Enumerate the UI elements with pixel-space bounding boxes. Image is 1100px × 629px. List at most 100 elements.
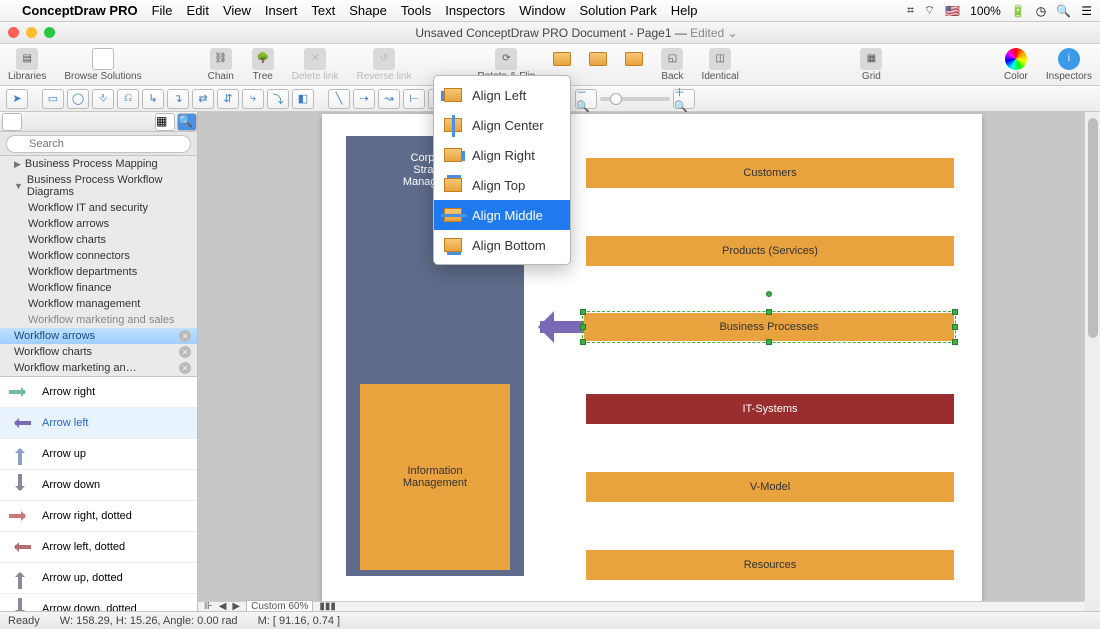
rotate-handle[interactable] bbox=[766, 291, 772, 297]
zoom-out[interactable]: －🔍 bbox=[575, 89, 597, 109]
align-dropdown-icon[interactable] bbox=[553, 52, 571, 66]
tree-child-4[interactable]: Workflow departments bbox=[0, 264, 197, 280]
menu-edit[interactable]: Edit bbox=[187, 3, 209, 18]
resize-handle[interactable] bbox=[952, 309, 958, 315]
shape-products[interactable]: Products (Services) bbox=[586, 236, 954, 266]
drawing-page[interactable]: Corporate Strategic Management Informati… bbox=[322, 114, 982, 601]
connector-tool-1[interactable]: ⎀ bbox=[92, 89, 114, 109]
identical-icon[interactable]: ◫ bbox=[709, 48, 731, 70]
clock-icon[interactable]: ◷ bbox=[1036, 4, 1046, 18]
tree-child-0[interactable]: Workflow IT and security bbox=[0, 200, 197, 216]
menu-icon[interactable]: ☰ bbox=[1081, 4, 1092, 18]
canvas-area[interactable]: Corporate Strategic Management Informati… bbox=[198, 112, 1084, 601]
library-search-icon[interactable]: 🔍 bbox=[177, 113, 197, 131]
library-search-input[interactable] bbox=[6, 135, 191, 153]
connector-tool-3[interactable]: ↳ bbox=[142, 89, 164, 109]
layout-icon[interactable]: ⌗ bbox=[907, 3, 914, 18]
shape-arrow-up[interactable]: Arrow up bbox=[0, 439, 197, 470]
tree-child-6[interactable]: Workflow management bbox=[0, 296, 197, 312]
resize-handle[interactable] bbox=[952, 339, 958, 345]
connector-tool-4[interactable]: ↴ bbox=[167, 89, 189, 109]
resize-handle[interactable] bbox=[952, 324, 958, 330]
menu-inspectors[interactable]: Inspectors bbox=[445, 3, 505, 18]
align-right[interactable]: Align Right bbox=[434, 140, 570, 170]
app-name[interactable]: ConceptDraw PRO bbox=[22, 3, 138, 18]
ellipse-tool[interactable]: ◯ bbox=[67, 89, 89, 109]
scrollbar-thumb[interactable] bbox=[1088, 118, 1098, 338]
grid-icon[interactable]: ▦ bbox=[860, 48, 882, 70]
tree-group-bpwd[interactable]: ▼Business Process Workflow Diagrams bbox=[0, 172, 197, 200]
align-left[interactable]: Align Left bbox=[434, 80, 570, 110]
chevron-down-icon[interactable]: ⌄ bbox=[728, 26, 738, 40]
resize-handle[interactable] bbox=[766, 309, 772, 315]
menu-help[interactable]: Help bbox=[671, 3, 698, 18]
close-icon[interactable]: × bbox=[179, 362, 191, 374]
connector-tool-5[interactable]: ⇄ bbox=[192, 89, 214, 109]
open-lib-1[interactable]: Workflow charts× bbox=[0, 344, 197, 360]
open-lib-2[interactable]: Workflow marketing an…× bbox=[0, 360, 197, 376]
tree-child-2[interactable]: Workflow charts bbox=[0, 232, 197, 248]
menu-file[interactable]: File bbox=[152, 3, 173, 18]
shape-arrow-down[interactable]: Arrow down bbox=[0, 470, 197, 501]
chain-icon[interactable]: ⛓ bbox=[210, 48, 232, 70]
resize-handle[interactable] bbox=[580, 339, 586, 345]
menu-window[interactable]: Window bbox=[519, 3, 565, 18]
resize-handle[interactable] bbox=[580, 324, 586, 330]
flag-icon[interactable]: 🇺🇸 bbox=[945, 4, 960, 18]
rotate-icon[interactable]: ⟳ bbox=[495, 48, 517, 70]
align-bottom[interactable]: Align Bottom bbox=[434, 230, 570, 260]
open-lib-0[interactable]: Workflow arrows× bbox=[0, 328, 197, 344]
align-middle[interactable]: Align Middle bbox=[434, 200, 570, 230]
vertical-scrollbar[interactable] bbox=[1084, 112, 1100, 601]
libraries-icon[interactable]: ▤ bbox=[16, 48, 38, 70]
connector-tool-6[interactable]: ⇵ bbox=[217, 89, 239, 109]
zoom-icon[interactable] bbox=[44, 27, 55, 38]
tree-icon[interactable]: 🌳 bbox=[252, 48, 274, 70]
wifi-icon[interactable]: ⌔ bbox=[924, 3, 935, 18]
inspectors-icon[interactable]: i bbox=[1058, 48, 1080, 70]
line-tool-2[interactable]: ⇢ bbox=[353, 89, 375, 109]
color-icon[interactable] bbox=[1005, 48, 1027, 70]
resize-handle[interactable] bbox=[766, 339, 772, 345]
back-icon[interactable]: ◱ bbox=[661, 48, 683, 70]
spotlight-icon[interactable]: 🔍 bbox=[1056, 4, 1071, 18]
browse-icon[interactable] bbox=[92, 48, 114, 70]
menu-solution-park[interactable]: Solution Park bbox=[579, 3, 656, 18]
shape-arrow-left[interactable]: Arrow left bbox=[0, 408, 197, 439]
library-grid-icon[interactable]: ▦ bbox=[155, 113, 175, 131]
rect-tool[interactable]: ▭ bbox=[42, 89, 64, 109]
align-center[interactable]: Align Center bbox=[434, 110, 570, 140]
zoom-in[interactable]: ＋🔍 bbox=[673, 89, 695, 109]
shape-info-mgmt[interactable]: Information Management bbox=[360, 384, 510, 570]
library-view-toggle[interactable] bbox=[2, 113, 22, 131]
shape-vmodel[interactable]: V-Model bbox=[586, 472, 954, 502]
shape-arrow-up-dotted[interactable]: Arrow up, dotted bbox=[0, 563, 197, 594]
shape-arrow-left-dotted[interactable]: Arrow left, dotted bbox=[0, 532, 197, 563]
tree-child-7[interactable]: Workflow marketing and sales bbox=[0, 312, 197, 328]
shape-arrow-right-dotted[interactable]: Arrow right, dotted bbox=[0, 501, 197, 532]
line-tool-1[interactable]: ╲ bbox=[328, 89, 350, 109]
tree-group-bpm[interactable]: ▶Business Process Mapping bbox=[0, 156, 197, 172]
menu-view[interactable]: View bbox=[223, 3, 251, 18]
size-icon[interactable] bbox=[625, 52, 643, 66]
connector-tool-9[interactable]: ◧ bbox=[292, 89, 314, 109]
menu-insert[interactable]: Insert bbox=[265, 3, 298, 18]
distribute-icon[interactable] bbox=[589, 52, 607, 66]
close-icon[interactable] bbox=[8, 27, 19, 38]
pointer-tool[interactable]: ➤ bbox=[6, 89, 28, 109]
minimize-icon[interactable] bbox=[26, 27, 37, 38]
connector-tool-7[interactable]: ⤷ bbox=[242, 89, 264, 109]
shape-it-systems[interactable]: IT-Systems bbox=[586, 394, 954, 424]
menu-shape[interactable]: Shape bbox=[349, 3, 387, 18]
tree-child-1[interactable]: Workflow arrows bbox=[0, 216, 197, 232]
shape-customers[interactable]: Customers bbox=[586, 158, 954, 188]
shape-arrow-right[interactable]: Arrow right bbox=[0, 377, 197, 408]
menu-tools[interactable]: Tools bbox=[401, 3, 431, 18]
tree-child-3[interactable]: Workflow connectors bbox=[0, 248, 197, 264]
shape-arrow-down-dotted[interactable]: Arrow down, dotted bbox=[0, 594, 197, 611]
menu-text[interactable]: Text bbox=[311, 3, 335, 18]
selected-group[interactable]: Business Processes bbox=[522, 307, 962, 347]
line-tool-4[interactable]: ⊢ bbox=[403, 89, 425, 109]
shape-resources[interactable]: Resources bbox=[586, 550, 954, 580]
tree-child-5[interactable]: Workflow finance bbox=[0, 280, 197, 296]
